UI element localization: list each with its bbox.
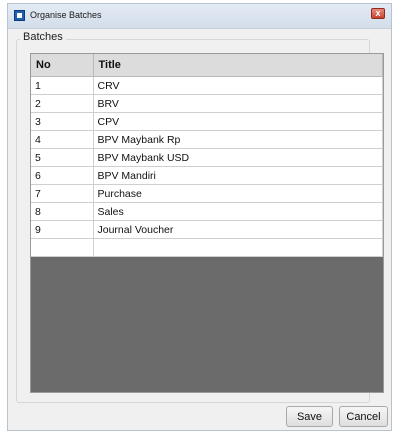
table-row[interactable]: 4 BPV Maybank Rp <box>31 130 383 149</box>
cell-no[interactable]: 2 <box>31 94 94 113</box>
app-window-icon <box>14 10 25 21</box>
cell-no[interactable]: 3 <box>31 112 94 131</box>
close-icon[interactable]: x <box>371 8 385 19</box>
cell-title[interactable]: CRV <box>93 76 383 95</box>
table-row-new[interactable] <box>31 238 383 257</box>
cell-title[interactable]: BRV <box>93 94 383 113</box>
cell-title[interactable]: Sales <box>93 202 383 221</box>
table-row[interactable]: 5 BPV Maybank USD <box>31 148 383 167</box>
cell-no[interactable]: 9 <box>31 220 94 239</box>
save-button[interactable]: Save <box>286 406 333 427</box>
cell-no[interactable]: 7 <box>31 184 94 203</box>
cell-title[interactable]: BPV Maybank USD <box>93 148 383 167</box>
table-row[interactable]: 7 Purchase <box>31 184 383 203</box>
table-row[interactable]: 1 CRV <box>31 76 383 95</box>
cell-title[interactable]: BPV Mandiri <box>93 166 383 185</box>
table-row[interactable]: 2 BRV <box>31 94 383 113</box>
cell-no[interactable]: 6 <box>31 166 94 185</box>
batches-grid[interactable]: No Title 1 CRV 2 BRV 3 CPV 4 BPV Maybank… <box>30 53 384 393</box>
table-header-row: No Title <box>31 54 383 77</box>
cell-no[interactable]: 5 <box>31 148 94 167</box>
batches-group-label: Batches <box>20 31 66 43</box>
batches-table: No Title 1 CRV 2 BRV 3 CPV 4 BPV Maybank… <box>31 54 383 257</box>
table-row[interactable]: 3 CPV <box>31 112 383 131</box>
table-row[interactable]: 8 Sales <box>31 202 383 221</box>
title-bar[interactable]: Organise Batches x <box>8 4 391 29</box>
cell-title[interactable]: Purchase <box>93 184 383 203</box>
cell-title[interactable]: BPV Maybank Rp <box>93 130 383 149</box>
cell-title[interactable]: CPV <box>93 112 383 131</box>
cell-no-new[interactable] <box>31 238 94 257</box>
cell-no[interactable]: 1 <box>31 76 94 95</box>
column-header-no[interactable]: No <box>31 54 94 77</box>
cell-title[interactable]: Journal Voucher <box>93 220 383 239</box>
table-row[interactable]: 6 BPV Mandiri <box>31 166 383 185</box>
cell-title-new[interactable] <box>93 238 383 257</box>
cell-no[interactable]: 8 <box>31 202 94 221</box>
cell-no[interactable]: 4 <box>31 130 94 149</box>
column-header-title[interactable]: Title <box>93 54 383 77</box>
cancel-button[interactable]: Cancel <box>339 406 388 427</box>
table-row[interactable]: 9 Journal Voucher <box>31 220 383 239</box>
window-title: Organise Batches <box>30 10 102 20</box>
